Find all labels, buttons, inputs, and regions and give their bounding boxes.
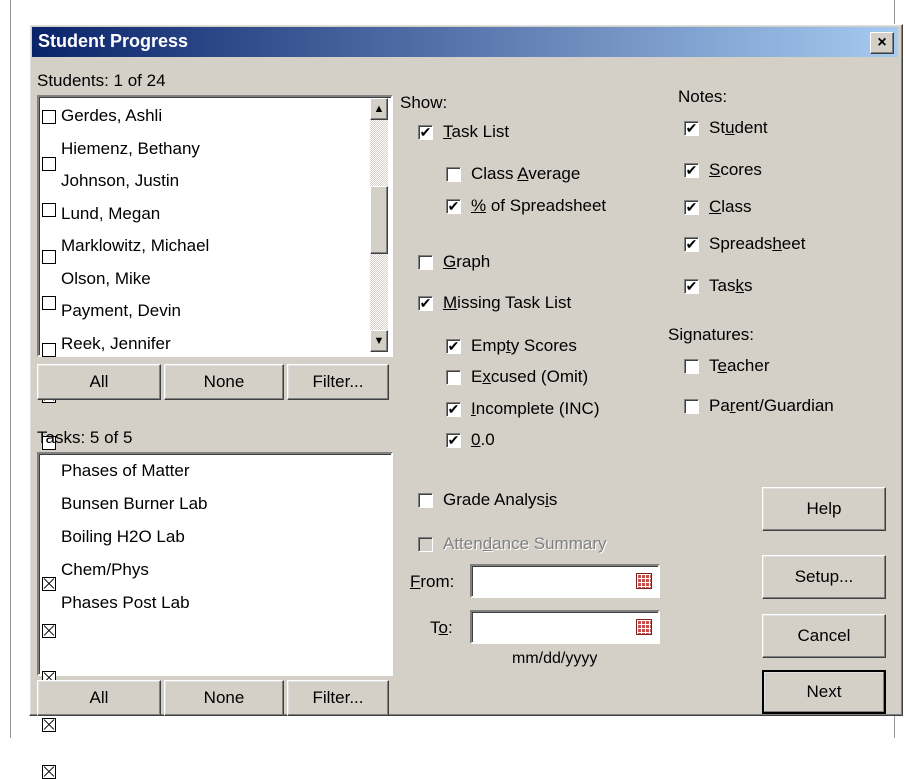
up-arrow-icon[interactable]: ▲ [370,98,388,120]
notes-tasks-checkbox[interactable]: ✔ [684,279,699,294]
notes-scores-label[interactable]: Scores [709,160,762,180]
from-date-field[interactable] [470,564,660,598]
student-checkbox[interactable] [42,156,56,171]
zero-score-checkbox[interactable]: ✔ [446,433,461,448]
close-button[interactable]: × [870,32,894,54]
students-filter-button[interactable]: Filter... [287,364,389,400]
zero-score-label[interactable]: 0.0 [471,430,495,450]
notes-spreadsheet-checkbox[interactable]: ✔ [684,237,699,252]
task-list-item[interactable]: Chem/Phys [61,560,149,580]
notes-student-checkbox[interactable]: ✔ [684,121,699,136]
student-list-item[interactable]: Gerdes, Ashli [61,106,162,126]
students-scroll-thumb[interactable] [370,186,388,254]
student-checkbox[interactable] [42,296,56,310]
show-header: Show: [400,93,448,112]
class-average-checkbox[interactable] [446,167,461,182]
task-checkbox[interactable] [42,718,56,732]
student-list-item[interactable]: Johnson, Justin [61,171,179,191]
signature-parent-checkbox[interactable] [684,399,699,414]
student-checkbox[interactable] [42,203,56,217]
graph-label[interactable]: Graph [443,252,490,272]
student-checkbox[interactable] [42,342,56,357]
student-checkbox[interactable] [42,110,56,124]
missing-task-list-label[interactable]: Missing Task List [443,293,571,313]
student-list-item[interactable]: Olson, Mike [61,269,151,289]
task-checkbox[interactable] [42,624,56,638]
signatures-header: Signatures: [668,325,754,344]
missing-task-list-checkbox[interactable]: ✔ [418,296,433,311]
attendance-summary-label: Attendance Summary [443,534,607,553]
calendar-icon[interactable] [636,619,652,635]
student-list-item[interactable]: Payment, Devin [61,301,181,321]
notes-class-checkbox[interactable]: ✔ [684,200,699,215]
task-list-item[interactable]: Phases Post Lab [61,593,190,613]
student-list-item[interactable]: Reek, Jennifer [61,334,171,354]
pct-spreadsheet-label[interactable]: % of Spreadsheet [471,196,606,216]
to-date-field[interactable] [470,610,660,644]
student-list-item[interactable]: Hiemenz, Bethany [61,139,200,159]
tasks-header: Tasks: 5 of 5 [37,428,133,447]
tasks-all-button[interactable]: All [37,680,161,716]
tasks-none-button[interactable]: None [164,680,284,716]
incomplete-checkbox[interactable]: ✔ [446,402,461,417]
students-none-button[interactable]: None [164,364,284,400]
task-list-item[interactable]: Boiling H2O Lab [61,527,185,547]
task-checkbox[interactable] [42,577,56,591]
grade-analysis-label[interactable]: Grade Analysis [443,490,557,510]
task-checkbox[interactable] [42,765,56,779]
task-list-checkbox[interactable]: ✔ [418,125,433,140]
notes-class-label[interactable]: Class [709,197,752,217]
student-list-item[interactable]: Marklowitz, Michael [61,236,209,256]
class-average-label[interactable]: Class Average [471,164,580,184]
next-button[interactable]: Next [762,670,886,714]
task-list-item[interactable]: Bunsen Burner Lab [61,494,208,514]
empty-scores-label[interactable]: Empty Scores [471,336,577,356]
incomplete-label[interactable]: Incomplete (INC) [471,399,600,419]
cancel-button[interactable]: Cancel [762,614,886,658]
date-format-hint: mm/dd/yyyy [512,650,598,667]
signature-parent-label[interactable]: Parent/Guardian [709,396,834,416]
signature-teacher-checkbox[interactable] [684,359,699,374]
notes-tasks-label[interactable]: Tasks [709,276,752,296]
pct-spreadsheet-checkbox[interactable]: ✔ [446,199,461,214]
excused-checkbox[interactable] [446,370,461,385]
task-list-label[interactable]: Task List [443,122,509,142]
student-list-item[interactable]: Lund, Megan [61,204,160,224]
attendance-summary-checkbox [418,537,433,552]
student-checkbox[interactable] [42,249,56,264]
notes-header: Notes: [678,87,728,106]
excused-label[interactable]: Excused (Omit) [471,367,588,387]
signature-teacher-label[interactable]: Teacher [709,356,770,376]
to-label: To: [430,618,453,637]
grade-analysis-checkbox[interactable] [418,493,433,508]
calendar-icon[interactable] [636,573,652,589]
from-label: From: [410,572,455,591]
setup-button[interactable]: Setup... [762,555,886,599]
notes-student-label[interactable]: Student [709,118,768,138]
dialog-title: Student Progress [38,31,189,51]
graph-checkbox[interactable] [418,255,433,270]
students-all-button[interactable]: All [37,364,161,400]
empty-scores-checkbox[interactable]: ✔ [446,339,461,354]
students-header: Students: 1 of 24 [37,71,166,90]
down-arrow-icon[interactable]: ▼ [370,330,388,352]
task-list-item[interactable]: Phases of Matter [61,461,190,481]
notes-scores-checkbox[interactable]: ✔ [684,163,699,178]
tasks-filter-button[interactable]: Filter... [287,680,389,716]
notes-spreadsheet-label[interactable]: Spreadsheet [709,234,805,254]
help-button[interactable]: Help [762,487,886,531]
